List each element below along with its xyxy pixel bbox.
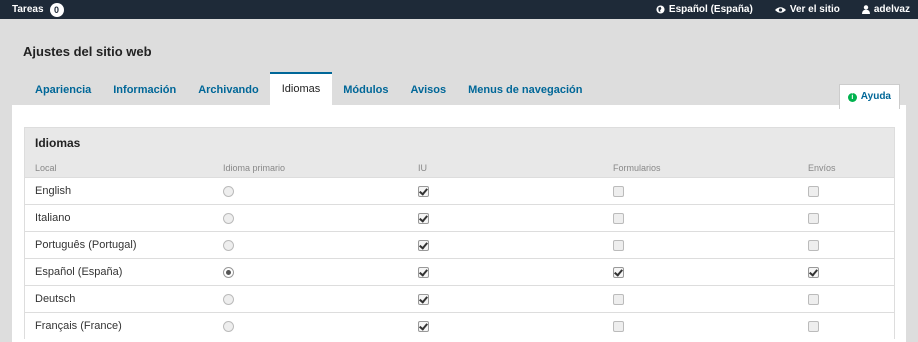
forms-checkbox[interactable] xyxy=(613,293,624,305)
user-menu[interactable]: adelvaz xyxy=(861,4,910,15)
tasks-count-badge[interactable]: 0 xyxy=(49,2,64,17)
locale-name: Português (Portugal) xyxy=(25,231,213,259)
table-row: Português (Portugal) xyxy=(25,231,894,259)
header-ui: IU xyxy=(408,158,603,178)
primary-language-radio[interactable] xyxy=(223,239,234,251)
primary-language-cell xyxy=(213,258,408,286)
submissions-checkbox[interactable] xyxy=(808,293,819,305)
top-navigation-bar: Tareas 0 Español (España) Ver el sitio a… xyxy=(0,0,918,19)
submissions-checkbox[interactable] xyxy=(808,266,819,278)
page-header: Ajustes del sitio web Apariencia Informa… xyxy=(0,19,918,105)
header-forms: Formularios xyxy=(603,158,798,178)
table-row: Deutsch xyxy=(25,285,894,313)
submissions-cell xyxy=(798,285,894,313)
table-row: Italiano xyxy=(25,204,894,232)
header-submissions: Envíos xyxy=(798,158,894,178)
forms-checkbox[interactable] xyxy=(613,185,624,197)
ui-checkbox[interactable] xyxy=(418,320,429,332)
forms-checkbox[interactable] xyxy=(613,266,624,278)
help-button[interactable]: i Ayuda xyxy=(838,84,900,109)
tasks-label[interactable]: Tareas xyxy=(12,4,44,15)
languages-panel: Idiomas Local Idioma primario IU Formula… xyxy=(24,127,895,339)
ui-cell xyxy=(408,312,603,339)
ui-checkbox[interactable] xyxy=(418,266,429,278)
table-row: Français (France) xyxy=(25,312,894,339)
primary-language-radio[interactable] xyxy=(223,293,234,305)
languages-table: Local Idioma primario IU Formularios Env… xyxy=(25,158,894,339)
tab-menus-navegacion[interactable]: Menus de navegación xyxy=(457,77,593,105)
submissions-cell xyxy=(798,258,894,286)
forms-cell xyxy=(603,204,798,232)
ui-checkbox[interactable] xyxy=(418,239,429,251)
tab-content: Idiomas Local Idioma primario IU Formula… xyxy=(12,105,906,342)
ui-cell xyxy=(408,204,603,232)
tab-idiomas[interactable]: Idiomas xyxy=(269,72,333,105)
languages-table-header: Local Idioma primario IU Formularios Env… xyxy=(25,158,894,178)
primary-language-radio[interactable] xyxy=(223,266,234,278)
submissions-cell xyxy=(798,312,894,339)
primary-language-cell xyxy=(213,312,408,339)
header-primary: Idioma primario xyxy=(213,158,408,178)
tab-modulos[interactable]: Módulos xyxy=(332,77,399,105)
forms-checkbox[interactable] xyxy=(613,239,624,251)
help-label: Ayuda xyxy=(860,91,891,102)
tab-archivando[interactable]: Archivando xyxy=(187,77,270,105)
ui-cell xyxy=(408,231,603,259)
ui-cell xyxy=(408,258,603,286)
submissions-cell xyxy=(798,204,894,232)
submissions-cell xyxy=(798,177,894,205)
tab-informacion[interactable]: Información xyxy=(102,77,187,105)
primary-language-radio[interactable] xyxy=(223,185,234,197)
globe-icon xyxy=(656,5,665,14)
primary-language-cell xyxy=(213,177,408,205)
table-row: Español (España) xyxy=(25,258,894,286)
view-site-link[interactable]: Ver el sitio xyxy=(774,4,840,15)
table-row: English xyxy=(25,177,894,205)
primary-language-cell xyxy=(213,204,408,232)
ui-checkbox[interactable] xyxy=(418,212,429,224)
forms-cell xyxy=(603,312,798,339)
primary-language-radio[interactable] xyxy=(223,212,234,224)
submissions-checkbox[interactable] xyxy=(808,185,819,197)
info-icon: i xyxy=(847,92,857,102)
forms-cell xyxy=(603,258,798,286)
language-label: Español (España) xyxy=(668,4,753,15)
forms-checkbox[interactable] xyxy=(613,320,624,332)
locale-name: Italiano xyxy=(25,204,213,232)
forms-cell xyxy=(603,285,798,313)
locale-name: Español (España) xyxy=(25,258,213,286)
forms-cell xyxy=(603,177,798,205)
locale-name: English xyxy=(25,177,213,205)
submissions-checkbox[interactable] xyxy=(808,239,819,251)
forms-checkbox[interactable] xyxy=(613,212,624,224)
ui-checkbox[interactable] xyxy=(418,293,429,305)
forms-cell xyxy=(603,231,798,259)
submissions-checkbox[interactable] xyxy=(808,212,819,224)
submissions-checkbox[interactable] xyxy=(808,320,819,332)
primary-language-cell xyxy=(213,285,408,313)
tab-avisos[interactable]: Avisos xyxy=(399,77,457,105)
page-title: Ajustes del sitio web xyxy=(23,44,152,59)
settings-tabs: Apariencia Información Archivando Idioma… xyxy=(24,72,593,105)
view-site-label: Ver el sitio xyxy=(789,4,840,15)
languages-panel-title: Idiomas xyxy=(25,128,894,158)
ui-cell xyxy=(408,177,603,205)
eye-icon xyxy=(774,6,786,13)
primary-language-cell xyxy=(213,231,408,259)
header-locale: Local xyxy=(25,158,213,178)
user-name: adelvaz xyxy=(873,4,910,15)
tab-apariencia[interactable]: Apariencia xyxy=(24,77,102,105)
ui-cell xyxy=(408,285,603,313)
ui-checkbox[interactable] xyxy=(418,185,429,197)
primary-language-radio[interactable] xyxy=(223,320,234,332)
submissions-cell xyxy=(798,231,894,259)
locale-name: Deutsch xyxy=(25,285,213,313)
locale-name: Français (France) xyxy=(25,312,213,339)
language-switcher[interactable]: Español (España) xyxy=(656,4,753,15)
user-icon xyxy=(861,5,870,14)
